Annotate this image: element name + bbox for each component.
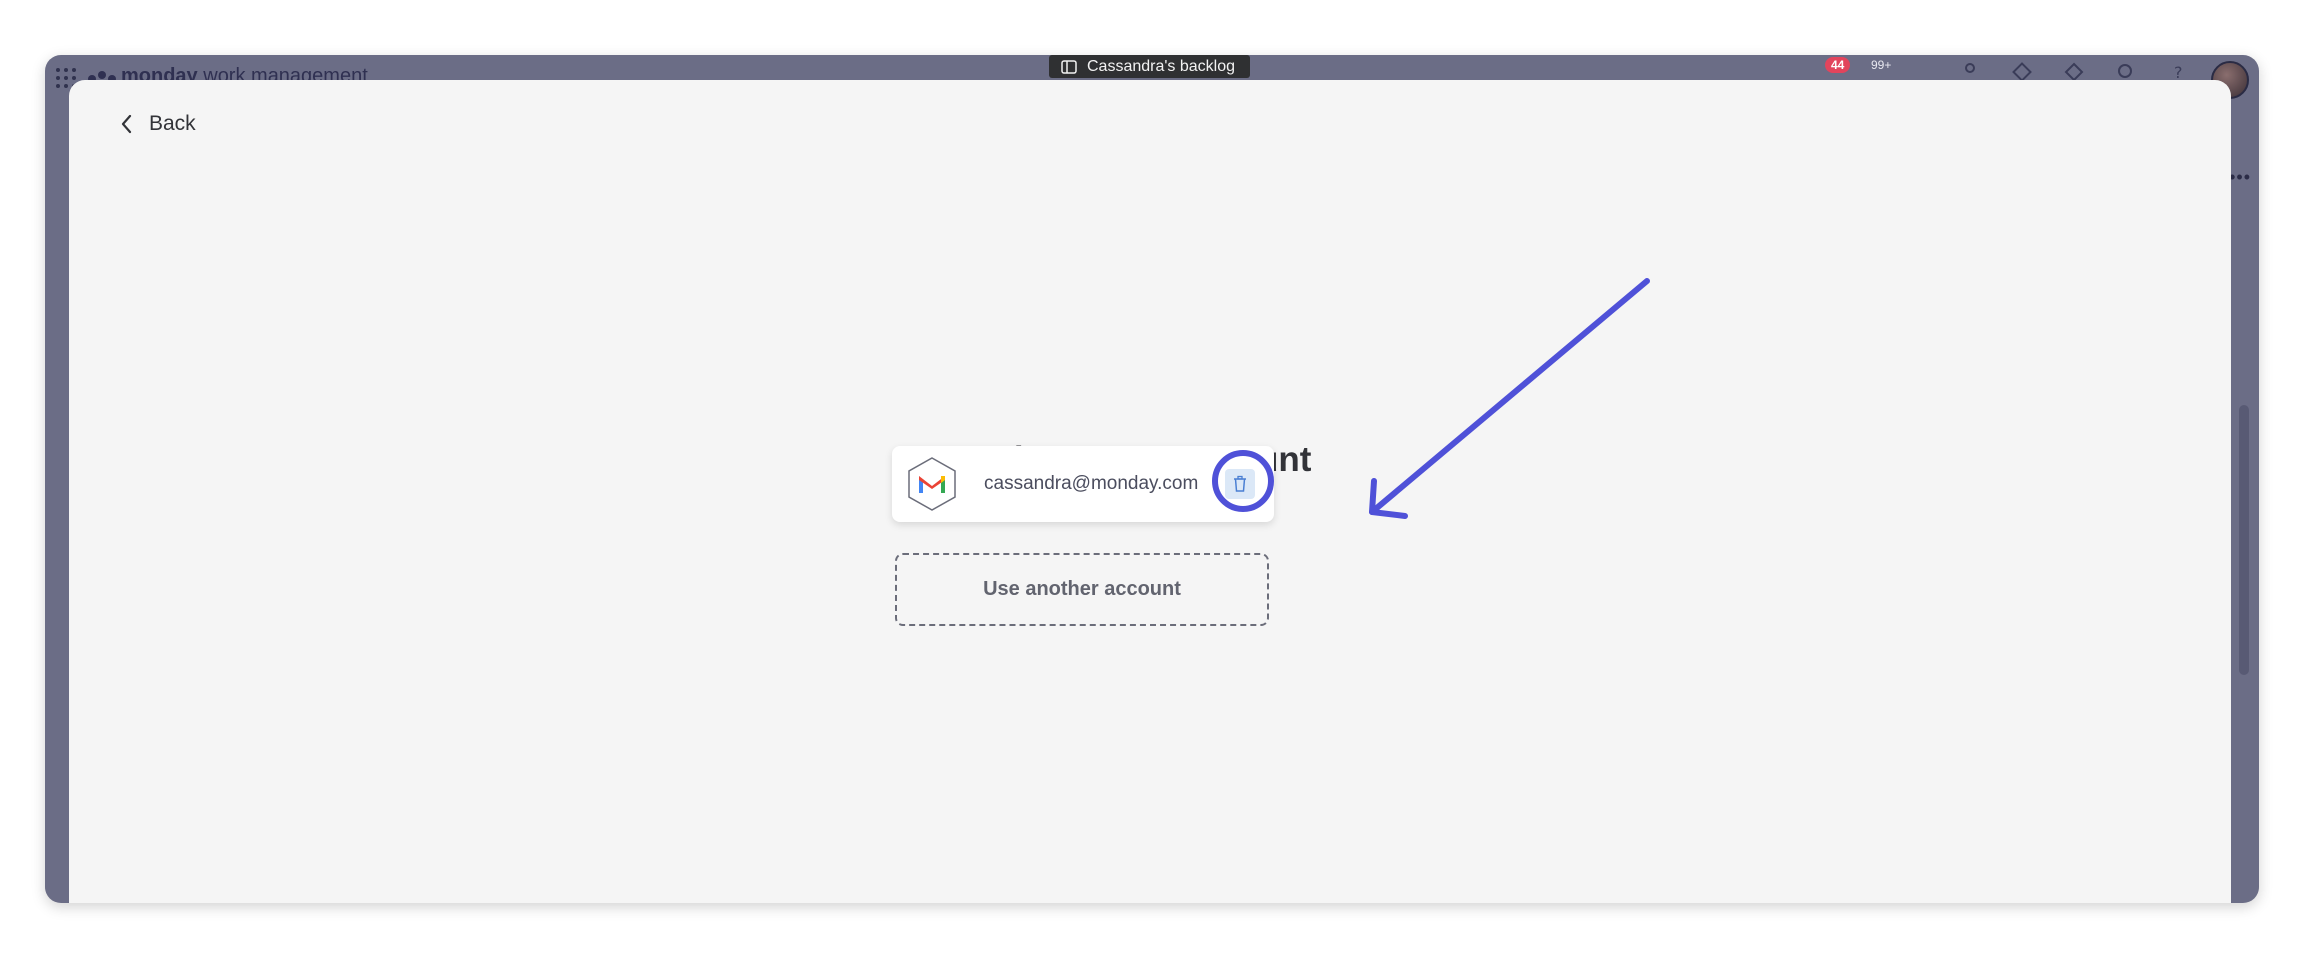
trash-icon: [1234, 475, 1246, 492]
back-button[interactable]: Back: [119, 112, 196, 136]
updates-badge[interactable]: 99+: [1871, 58, 1891, 72]
sidebar-panel-icon: [1061, 59, 1077, 74]
use-another-account-button[interactable]: Use another account: [895, 553, 1269, 626]
more-options-icon[interactable]: •••: [2229, 167, 2251, 188]
scrollbar[interactable]: [2239, 405, 2249, 675]
window-title-pill: Cassandra's backlog: [1049, 55, 1250, 78]
window-title: Cassandra's backlog: [1087, 57, 1236, 75]
chevron-left-icon: [121, 114, 132, 134]
use-another-account-label: Use another account: [983, 578, 1181, 600]
back-label: Back: [149, 112, 196, 135]
notifications-badge[interactable]: 44: [1825, 57, 1851, 73]
delete-account-button[interactable]: [1225, 469, 1255, 499]
account-list-item[interactable]: cassandra@monday.com: [892, 446, 1274, 522]
gmail-icon: [908, 457, 956, 511]
account-email: cassandra@monday.com: [984, 473, 1199, 494]
